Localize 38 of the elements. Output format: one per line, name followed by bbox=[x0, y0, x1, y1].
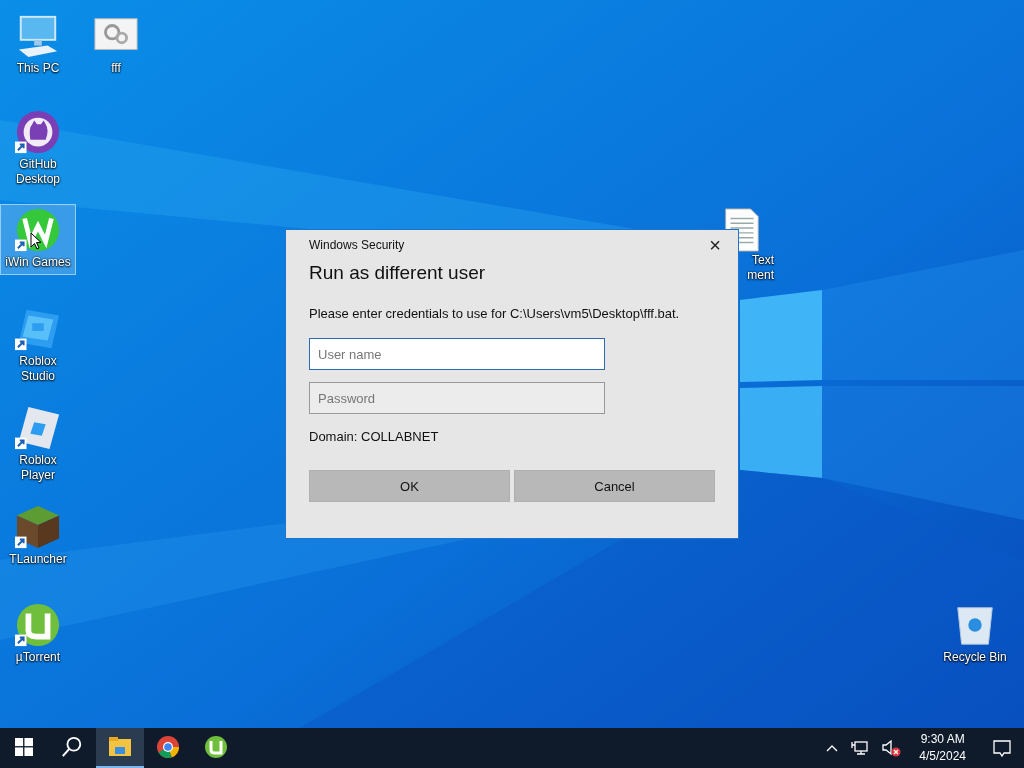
selection-highlight[interactable]: iWin Games bbox=[0, 204, 76, 275]
utorrent-icon bbox=[204, 735, 228, 759]
cursor-icon bbox=[30, 232, 42, 250]
icon-label[interactable]: Roblox Studio bbox=[1, 354, 75, 384]
password-field[interactable]: Password bbox=[309, 382, 605, 414]
icon-label[interactable]: This PC bbox=[16, 61, 60, 76]
utorrent-icon[interactable] bbox=[15, 602, 61, 648]
taskbar-app-button[interactable] bbox=[96, 728, 144, 768]
clock-date[interactable]: 4/5/2024 bbox=[919, 748, 966, 765]
notification-icon[interactable] bbox=[992, 738, 1012, 758]
icon-label[interactable]: iWin Games bbox=[5, 255, 71, 270]
file-explorer-icon bbox=[108, 735, 132, 759]
network-icon[interactable] bbox=[851, 740, 870, 756]
dialog-caption: Windows Security bbox=[309, 238, 405, 252]
cancel-button[interactable]: Cancel bbox=[514, 470, 715, 502]
icon-label[interactable]: Text bbox=[752, 253, 774, 268]
github-icon[interactable] bbox=[15, 109, 61, 155]
dialog-message: Please enter credentials to use for C:\Users\vm5\Desktop\fff.bat. bbox=[309, 306, 681, 321]
windows-logo-icon bbox=[15, 738, 33, 756]
roblox-player-icon[interactable] bbox=[15, 405, 61, 451]
icon-label[interactable]: GitHub Desktop bbox=[1, 157, 75, 187]
dialog-title: Run as different user bbox=[309, 262, 487, 284]
iwin-icon[interactable] bbox=[15, 207, 61, 253]
icon-label[interactable]: Recycle Bin bbox=[943, 650, 1007, 665]
domain-label: Domain: COLLABNET bbox=[309, 429, 440, 444]
close-button[interactable]: × bbox=[703, 235, 727, 255]
icon-label[interactable]: Roblox Player bbox=[1, 453, 75, 483]
chrome-icon bbox=[156, 735, 180, 759]
search-icon bbox=[61, 736, 83, 758]
clock-time[interactable]: 9:30 AM bbox=[920, 731, 965, 748]
username-field[interactable]: User name bbox=[309, 338, 605, 370]
ok-button[interactable]: OK bbox=[309, 470, 510, 502]
icon-label[interactable]: TLauncher bbox=[9, 552, 67, 567]
icon-label[interactable]: µTorrent bbox=[15, 650, 61, 665]
icon-label[interactable]: fff bbox=[111, 61, 121, 76]
speaker-icon[interactable] bbox=[881, 739, 902, 757]
tlauncher-icon[interactable] bbox=[15, 504, 61, 550]
icon-label[interactable]: ment bbox=[747, 268, 774, 283]
